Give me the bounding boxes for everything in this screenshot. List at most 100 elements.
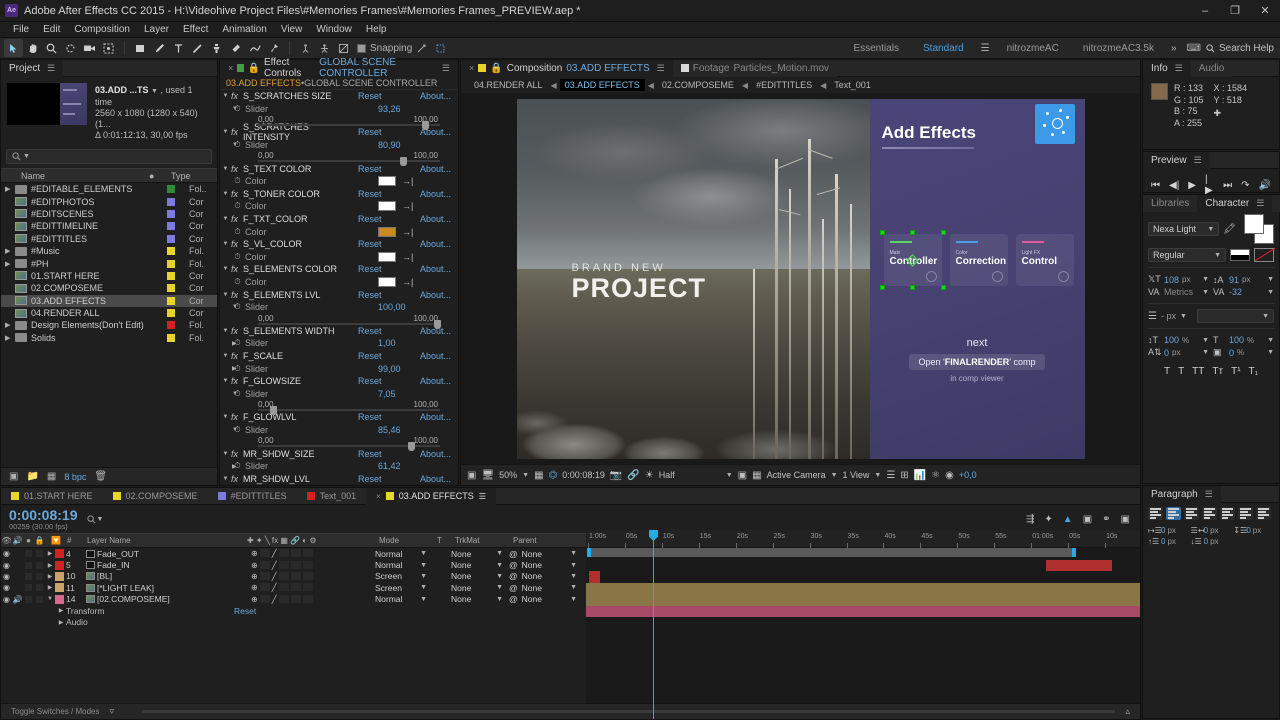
resolution-value[interactable]: Half — [659, 470, 675, 480]
breadcrumb-item[interactable]: #EDITTITLES — [751, 79, 817, 91]
project-list-item[interactable]: #EDITSCENES Cor — [1, 208, 217, 220]
stopwatch-icon[interactable]: ⏱ — [232, 140, 243, 150]
paragraph-align-button[interactable] — [1202, 507, 1217, 520]
delete-icon[interactable]: 🗑 — [94, 471, 107, 482]
eyedropper-icon[interactable]: →| — [402, 176, 413, 186]
default-colors-icon[interactable] — [1230, 249, 1250, 261]
layer-parent[interactable]: @ None ▼ — [509, 560, 583, 570]
tab-composition[interactable]: × 🔒 Composition 03.ADD EFFECTS ☰ — [461, 59, 673, 77]
project-item-color-label[interactable] — [167, 296, 189, 305]
effect-about-link[interactable]: About... — [420, 164, 458, 174]
menu-item-window[interactable]: Window — [309, 22, 359, 38]
column-name[interactable]: Name — [1, 171, 149, 181]
param-value[interactable]: 61,42 — [378, 461, 458, 471]
horizontal-scale-field[interactable]: T 100 % ▼ — [1213, 335, 1274, 345]
transform-box-icon[interactable] — [431, 39, 450, 57]
snapping-toggle[interactable]: Snapping — [357, 43, 412, 54]
maximize-button[interactable]: ❐ — [1220, 0, 1250, 22]
stopwatch-icon[interactable]: ⏱ — [232, 176, 243, 186]
layer-track-matte[interactable]: None ▼ — [451, 549, 509, 559]
layer-lock-toggle[interactable] — [34, 584, 45, 592]
param-disclosure-icon[interactable]: ▶ — [220, 365, 237, 372]
workspace-standard[interactable]: Standard — [911, 38, 976, 59]
panel-menu-icon-par[interactable]: ☰ — [1205, 489, 1213, 500]
trkmat-chevron-icon[interactable]: ▼ — [496, 596, 503, 603]
font-style-select[interactable]: Regular ▼ — [1148, 248, 1226, 262]
align-center-icon[interactable] — [315, 39, 334, 57]
slider-track[interactable] — [258, 160, 440, 163]
breadcrumb-item[interactable]: 03.ADD EFFECTS — [559, 79, 645, 91]
effect-slider[interactable]: 0,00 100,00 — [220, 436, 458, 452]
timeline-zoom-slider[interactable] — [142, 710, 1116, 713]
trkmat-chevron-icon[interactable]: ▼ — [496, 573, 503, 580]
timeline-track-area[interactable]: 1:00s 05s 10s 15s 20s 25s 30s 35s 40s 45s 50s 55s 01… — [586, 530, 1140, 719]
work-area-end-handle[interactable] — [1072, 548, 1076, 557]
timeline-search-input[interactable]: ▼ — [86, 513, 113, 526]
stroke-width-value[interactable]: - px — [1161, 311, 1176, 321]
tab-footage[interactable]: Footage Particles_Motion.mov — [672, 59, 838, 77]
menu-item-view[interactable]: View — [274, 22, 310, 38]
layer-parent[interactable]: @ None ▼ — [509, 583, 583, 593]
effect-reset-link[interactable]: Reset — [358, 91, 420, 101]
tracking-field[interactable]: VA -32 ▼ — [1213, 287, 1274, 297]
slider-track[interactable] — [258, 322, 440, 325]
tsume-field[interactable]: ▣ 0 % ▼ — [1213, 347, 1274, 358]
param-disclosure-icon[interactable]: ▼ — [220, 304, 238, 310]
workspace-essentials[interactable]: Essentials — [841, 38, 911, 59]
effect-parameter-row[interactable]: ▶ ⏱ Slider 1,00 — [220, 337, 458, 350]
character-style-button[interactable]: TT — [1192, 366, 1204, 377]
effect-color-row[interactable]: ⏱ Color →| — [220, 175, 458, 188]
work-area-bar[interactable] — [588, 548, 1074, 557]
comp-current-time[interactable]: 0:00:08:19 — [562, 470, 605, 480]
layer-blend-mode[interactable]: Normal ▼ — [375, 560, 433, 570]
effect-header[interactable]: ▼ fx S_ELEMENTS LVL Reset About... — [220, 288, 458, 301]
param-disclosure-icon[interactable]: ▼ — [220, 427, 238, 433]
roto-brush-tool-icon[interactable] — [245, 39, 264, 57]
next-frame-icon[interactable]: |▶ — [1205, 174, 1214, 196]
effect-disclosure-icon[interactable]: ▼ — [220, 129, 231, 135]
slider-knob[interactable] — [270, 406, 278, 416]
layer-parent[interactable]: @ None ▼ — [509, 571, 583, 581]
effect-about-link[interactable]: About... — [420, 239, 458, 249]
effect-slider[interactable]: 0,00 100,00 — [220, 115, 458, 131]
timeline-clip[interactable] — [586, 594, 1140, 606]
layer-blend-mode[interactable]: Screen ▼ — [375, 571, 433, 581]
lock-icon[interactable]: 🔒 — [248, 63, 260, 74]
project-item-color-label[interactable] — [167, 321, 189, 330]
expand-arrow-icon[interactable]: ▶ — [5, 321, 15, 329]
effect-about-link[interactable]: About... — [420, 449, 458, 459]
param-value[interactable]: 85,46 — [378, 425, 458, 435]
panel-menu-icon-tl[interactable]: ☰ — [479, 492, 486, 501]
project-list-item[interactable]: ▶ #PH Fol. — [1, 257, 217, 269]
effect-color-row[interactable]: ⏱ Color →| — [220, 251, 458, 264]
color-swatch[interactable] — [378, 277, 396, 288]
character-style-button[interactable]: T¹ — [1231, 366, 1240, 377]
col-parent[interactable]: Parent — [513, 536, 587, 545]
stopwatch-icon[interactable]: ⏱ — [232, 277, 243, 287]
menu-item-help[interactable]: Help — [359, 22, 394, 38]
timeline-track[interactable] — [586, 560, 1140, 572]
parent-pickwhip-icon[interactable]: @ — [509, 549, 518, 559]
project-search-input[interactable]: ▼ — [6, 149, 212, 164]
parent-pickwhip-icon[interactable]: @ — [509, 583, 518, 593]
effect-color-row[interactable]: ⏱ Color →| — [220, 200, 458, 213]
effect-header[interactable]: ▼ fx S_TONER COLOR Reset About... — [220, 188, 458, 201]
keyboard-shortcuts-icon[interactable]: ⌨ — [1182, 43, 1206, 54]
effect-disclosure-icon[interactable]: ▼ — [220, 414, 231, 420]
align-distribute-icon[interactable] — [334, 39, 353, 57]
chevron-down-icon[interactable]: ▼ — [151, 88, 158, 95]
effect-reset-link[interactable]: Reset — [358, 264, 420, 274]
timeline-tab[interactable]: 02.COMPOSEME — [103, 488, 208, 505]
tab-paragraph[interactable]: Paragraph ☰ — [1143, 485, 1221, 503]
parent-chevron-icon[interactable]: ▼ — [570, 584, 577, 591]
panel-menu-icon[interactable]: ☰ — [47, 63, 55, 74]
color-swatch[interactable] — [378, 176, 396, 187]
effect-about-link[interactable]: About... — [420, 351, 458, 361]
menu-item-effect[interactable]: Effect — [176, 22, 215, 38]
tsume-chevron-icon[interactable]: ▼ — [1267, 349, 1274, 356]
stopwatch-icon[interactable]: ⏱ — [232, 104, 243, 114]
effect-reset-link[interactable]: Reset — [358, 326, 420, 336]
project-item-list[interactable]: ▶ #EDITABLE_ELEMENTS Fol.. #EDITPHOTOS Cor #E… — [1, 183, 217, 344]
indent-first-field[interactable]: ↧☰ 0 px — [1233, 526, 1274, 535]
trkmat-chevron-icon[interactable]: ▼ — [496, 550, 503, 557]
